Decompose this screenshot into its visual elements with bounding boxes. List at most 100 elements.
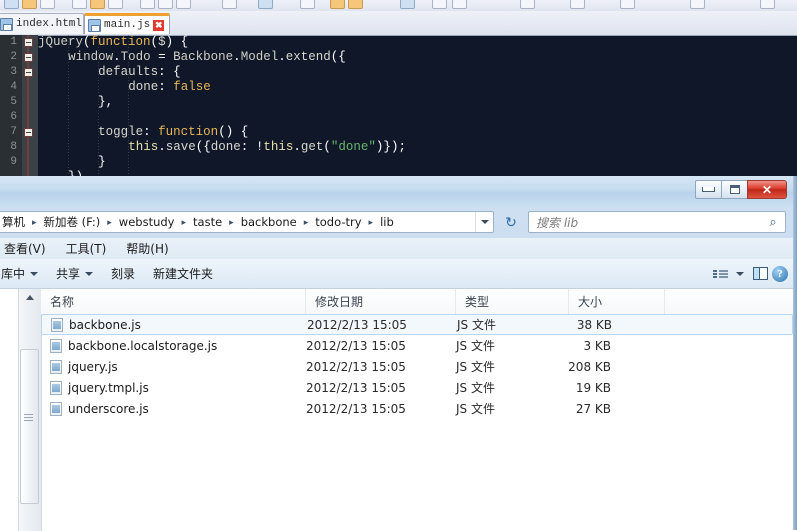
windows-explorer-window: ✕ 算机 ▸ 新加卷 (F:) ▸ webstudy ▸ taste ▸ backbone ▸ to… (0, 176, 797, 531)
toolbar-button-partial[interactable] (4, 0, 19, 9)
js-file-icon (51, 317, 63, 332)
file-name-cell[interactable]: backbone.js (42, 317, 141, 332)
editor-tab-index-html[interactable]: index.html ✖ (0, 13, 97, 34)
address-bar[interactable]: 算机 ▸ 新加卷 (F:) ▸ webstudy ▸ taste ▸ backbone ▸ todo… (0, 211, 494, 233)
editor-tab-main-js[interactable]: main.js ✖ (84, 13, 170, 34)
file-size-cell: 3 KB (583, 338, 611, 353)
table-row[interactable]: jquery.tmpl.js 2012/2/13 15:05 JS 文件 19 KB (41, 377, 793, 398)
toolbar-button-partial[interactable] (108, 0, 123, 9)
window-right-border (793, 176, 797, 530)
search-input[interactable]: 搜索 lib (529, 214, 761, 231)
code-fold-toggle-icon[interactable] (24, 68, 33, 77)
code-fold-toggle-icon[interactable] (24, 38, 33, 47)
chevron-down-icon (85, 271, 94, 276)
minimize-button[interactable] (695, 180, 721, 199)
close-icon[interactable]: ✖ (153, 19, 165, 31)
code-text-area[interactable]: jQuery(function($) { window.Todo = Backb… (38, 35, 797, 187)
refresh-button[interactable]: ↻ (498, 211, 524, 233)
scroll-up-button[interactable] (19, 289, 40, 306)
breadcrumb-separator-icon[interactable]: ▸ (177, 217, 190, 228)
chevron-up-icon (25, 295, 34, 300)
file-name-cell[interactable]: jquery.js (41, 359, 118, 374)
breadcrumb-separator-icon[interactable]: ▸ (28, 217, 41, 228)
toolbar-button-partial[interactable] (760, 0, 775, 9)
breadcrumb-item[interactable]: taste (190, 214, 225, 230)
chevron-down-icon (30, 271, 39, 276)
toolbar-button-partial[interactable] (300, 0, 315, 9)
code-fold-toggle-icon[interactable] (24, 128, 33, 137)
toolbar-button-partial[interactable] (570, 0, 585, 9)
toolbar-button-partial[interactable] (348, 0, 363, 9)
toolbar-label: 共享 (56, 267, 81, 281)
table-row[interactable]: underscore.js 2012/2/13 15:05 JS 文件 27 KB (41, 398, 793, 419)
line-number: 2 (10, 51, 17, 63)
code-fold-toggle-icon[interactable] (24, 53, 33, 62)
file-date-cell: 2012/2/13 15:05 (306, 401, 406, 416)
toolbar-button-partial[interactable] (22, 0, 37, 9)
toolbar-button-partial[interactable] (158, 0, 173, 9)
help-icon[interactable]: ? (771, 265, 789, 282)
breadcrumb-item[interactable]: backbone (238, 214, 300, 230)
file-name-cell[interactable]: jquery.tmpl.js (41, 380, 149, 395)
preview-pane-icon[interactable] (751, 266, 769, 282)
table-row[interactable]: jquery.js 2012/2/13 15:05 JS 文件 208 KB (41, 356, 793, 377)
column-header[interactable]: 大小 (569, 289, 665, 314)
code-line: window.Todo = Backbone.Model.extend({ (68, 50, 346, 64)
breadcrumb-separator-icon[interactable]: ▸ (103, 217, 116, 228)
maximize-button[interactable] (721, 180, 747, 199)
column-header[interactable]: 类型 (456, 289, 569, 314)
breadcrumb-item[interactable]: webstudy (116, 214, 178, 230)
column-header[interactable]: 名称 (41, 289, 306, 314)
breadcrumb-item[interactable]: 新加卷 (F:) (41, 213, 104, 231)
toolbar-button-partial[interactable] (452, 0, 467, 9)
file-list: backbone.js 2012/2/13 15:05 JS 文件 38 KB back… (41, 314, 793, 531)
toolbar-button-partial[interactable] (400, 0, 415, 9)
code-line: toggle: function() { (98, 125, 249, 139)
toolbar-new-folder[interactable]: 新建文件夹 (144, 262, 222, 285)
explorer-title-bar[interactable]: ✕ (0, 176, 793, 207)
menu-item-tools[interactable]: 工具(T) (56, 238, 117, 259)
breadcrumb-separator-icon[interactable]: ▸ (300, 217, 313, 228)
toolbar-button-partial[interactable] (90, 0, 105, 9)
breadcrumb-item[interactable]: lib (377, 214, 397, 230)
toolbar-button-partial[interactable] (40, 0, 55, 9)
breadcrumb-item[interactable]: todo-try (312, 214, 364, 230)
close-button[interactable]: ✕ (747, 180, 787, 199)
breadcrumb-dropdown-button[interactable] (475, 212, 493, 232)
table-row[interactable]: backbone.localstorage.js 2012/2/13 15:05 J… (41, 335, 793, 356)
toolbar-label: 刻录 (111, 267, 136, 281)
column-header[interactable]: 修改日期 (306, 289, 456, 314)
file-name-label: jquery.tmpl.js (68, 380, 149, 395)
navigation-pane-scrollbar[interactable] (18, 289, 42, 531)
breadcrumb-item[interactable]: 算机 (0, 213, 28, 231)
toolbar-button-partial[interactable] (520, 0, 535, 9)
toolbar-button-partial[interactable] (258, 0, 273, 9)
menu-item-view[interactable]: 查看(V) (0, 238, 56, 259)
toolbar-button-partial[interactable] (432, 0, 447, 9)
toolbar-button-partial[interactable] (176, 0, 191, 9)
toolbar-button-partial[interactable] (620, 0, 635, 9)
file-name-cell[interactable]: underscore.js (41, 401, 149, 416)
file-date-cell: 2012/2/13 15:05 (306, 380, 406, 395)
line-number: 4 (10, 81, 17, 93)
table-row[interactable]: backbone.js 2012/2/13 15:05 JS 文件 38 KB (41, 314, 793, 335)
file-size-cell: 208 KB (568, 359, 611, 374)
file-icon (0, 17, 13, 31)
search-box[interactable]: 搜索 lib ⌕ (528, 211, 786, 233)
toolbar-button-partial[interactable] (222, 0, 237, 9)
toolbar-button-partial[interactable] (72, 0, 87, 9)
toolbar-burn[interactable]: 刻录 (102, 262, 144, 285)
breadcrumb[interactable]: 算机 ▸ 新加卷 (F:) ▸ webstudy ▸ taste ▸ backbone ▸ todo… (0, 213, 475, 231)
scrollbar-thumb[interactable] (20, 349, 39, 504)
file-name-cell[interactable]: backbone.localstorage.js (41, 338, 217, 353)
toolbar-share[interactable]: 共享 (47, 262, 102, 285)
toolbar-include-in-library[interactable]: 库中 (0, 262, 47, 285)
chevron-down-icon[interactable] (731, 266, 749, 282)
toolbar-button-partial[interactable] (140, 0, 155, 9)
breadcrumb-separator-icon[interactable]: ▸ (225, 217, 238, 228)
toolbar-button-partial[interactable] (330, 0, 345, 9)
view-mode-icon[interactable] (711, 266, 729, 282)
toolbar-button-partial[interactable] (690, 0, 705, 9)
breadcrumb-separator-icon[interactable]: ▸ (365, 217, 378, 228)
menu-item-help[interactable]: 帮助(H) (116, 238, 178, 259)
